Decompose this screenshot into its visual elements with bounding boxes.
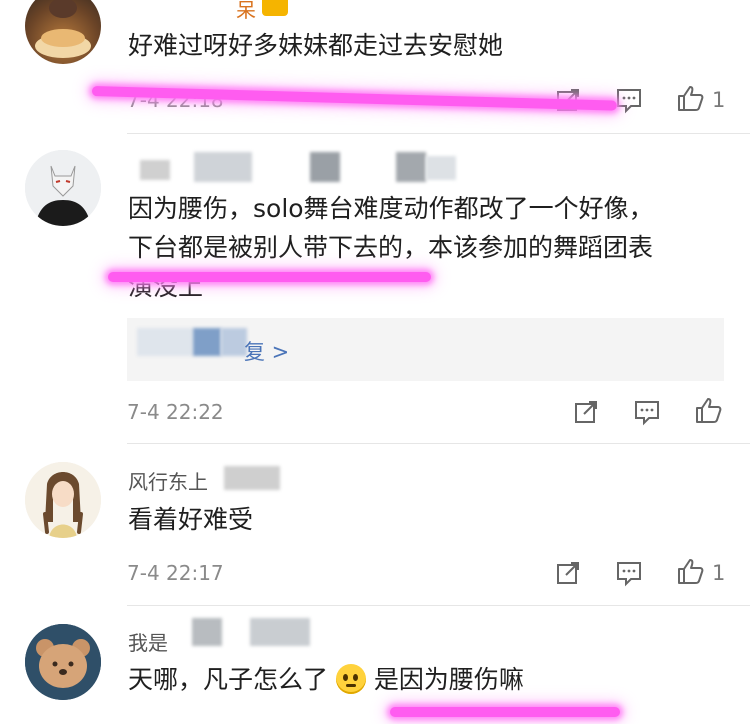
avatar-fox-mask-image xyxy=(25,150,101,226)
avatar-food-image xyxy=(35,0,91,58)
avatar-girl-illustration xyxy=(25,462,101,538)
comment-time: 7-4 22:22 xyxy=(127,400,224,424)
divider xyxy=(127,443,750,444)
avatar[interactable] xyxy=(25,624,101,700)
comment-time: 7-4 22:17 xyxy=(127,561,224,585)
avatar[interactable] xyxy=(25,462,101,538)
highlight-stroke xyxy=(108,272,431,282)
reply-author-obscured xyxy=(137,328,193,356)
username-obscured xyxy=(194,152,252,182)
username-obscured xyxy=(426,156,456,180)
comment-text-after-emoji: 是因为腰伤嘛 xyxy=(373,665,524,694)
view-replies-link[interactable]: 复 > xyxy=(244,336,289,366)
username[interactable]: 风行东上 xyxy=(128,466,208,495)
username-obscured[interactable] xyxy=(140,160,170,180)
reply-author-obscured xyxy=(193,328,221,356)
comment-text: 看着好难受 xyxy=(128,505,254,534)
username-obscured xyxy=(310,152,340,182)
crown-badge-icon xyxy=(262,0,288,16)
pleading-face-emoji xyxy=(335,664,366,694)
username-obscured xyxy=(250,618,310,646)
share-icon[interactable] xyxy=(554,559,582,587)
like-count: 1 xyxy=(712,561,726,585)
comment-text-line-1: 因为腰伤，solo舞台难度动作都改了一个好像， xyxy=(128,194,654,223)
thumbs-up-icon[interactable] xyxy=(676,557,704,585)
username-obscured xyxy=(192,618,222,646)
username-obscured xyxy=(224,466,280,490)
comment-text-line-2: 下台都是被别人带下去的，本该参加的舞蹈团表 xyxy=(128,233,654,262)
comment-icon[interactable] xyxy=(615,86,643,114)
highlight-stroke xyxy=(390,707,620,717)
divider xyxy=(127,133,750,134)
username-obscured xyxy=(396,152,426,182)
username[interactable]: 呆 xyxy=(236,0,256,23)
username[interactable]: 我是 xyxy=(128,627,168,656)
comment-icon[interactable] xyxy=(615,559,643,587)
avatar[interactable] xyxy=(25,0,101,64)
comment-text: 天哪，凡子怎么了 是因为腰伤嘛 xyxy=(128,662,524,698)
avatar[interactable] xyxy=(25,150,101,226)
comment-text: 好难过呀好多妹妹都走过去安慰她 xyxy=(128,31,504,60)
thumbs-up-icon[interactable] xyxy=(676,84,704,112)
comment-text-before-emoji: 天哪，凡子怎么了 xyxy=(128,665,329,694)
comment-icon[interactable] xyxy=(633,398,661,426)
avatar-bear-illustration xyxy=(25,624,101,700)
like-count: 1 xyxy=(712,88,726,112)
thumbs-up-icon[interactable] xyxy=(694,396,722,424)
divider xyxy=(127,605,750,606)
share-icon[interactable] xyxy=(572,398,600,426)
